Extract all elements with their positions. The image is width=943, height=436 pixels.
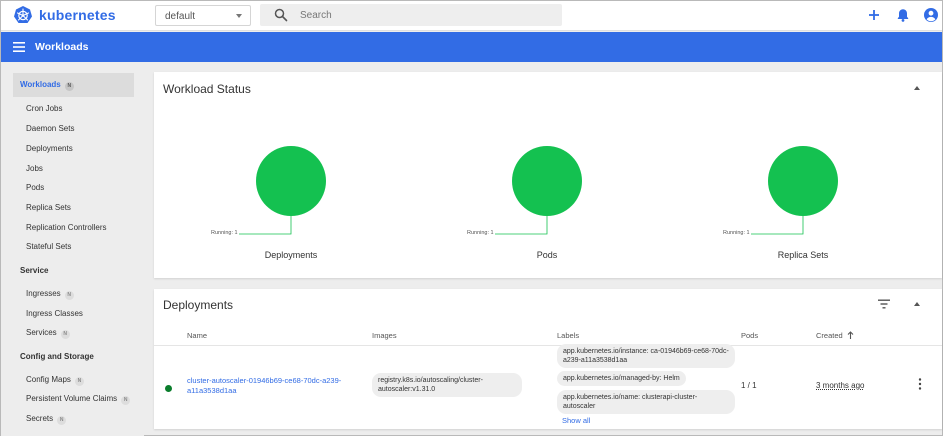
- sidebar-item-deployments[interactable]: Deployments: [13, 138, 134, 158]
- status-chart-deployments: Running: 1 Deployments: [191, 72, 391, 260]
- sidebar-item-config-maps[interactable]: Config Maps N: [13, 369, 134, 389]
- sidebar-item-label: Stateful Sets: [26, 242, 72, 251]
- sidebar-item-persistent-volume-claims[interactable]: Persistent Volume Claims N: [13, 388, 134, 408]
- sidebar-item-pods[interactable]: Pods: [13, 177, 134, 197]
- divider: [154, 345, 942, 346]
- kubernetes-wheel-icon: [14, 6, 32, 23]
- sidebar-item-label: Ingress Classes: [26, 309, 83, 318]
- pods-count: 1 / 1: [741, 381, 757, 390]
- namespaced-badge: N: [64, 82, 74, 91]
- label-chip: app.kubernetes.io/name: clusterapi-clust…: [557, 390, 735, 414]
- deployments-card: Deployments Name Images Labels Pods Crea…: [154, 289, 942, 429]
- status-indicator-icon: [165, 385, 172, 392]
- label-leader-line: [495, 216, 548, 235]
- column-header-created[interactable]: Created: [816, 331, 854, 340]
- sidebar-item-daemon-sets[interactable]: Daemon Sets: [13, 118, 134, 138]
- sidebar-item-label: Secrets: [26, 414, 54, 423]
- collapse-icon[interactable]: [914, 86, 920, 90]
- label-leader-line: [239, 216, 292, 235]
- search-bar[interactable]: [260, 4, 562, 26]
- sidebar-section-service: Service: [20, 266, 49, 275]
- sidebar-item-services[interactable]: Services N: [13, 322, 134, 342]
- sidebar-item-label: Config Maps: [26, 375, 71, 384]
- label-leader-line: [751, 216, 804, 235]
- arrow-up-icon: [847, 331, 854, 339]
- sidebar-item-label: Jobs: [26, 164, 43, 173]
- created-time[interactable]: 3 months ago: [816, 381, 864, 390]
- sidebar-item-workloads[interactable]: Workloads N: [13, 73, 134, 97]
- status-chart-replica-sets: Running: 1 Replica Sets: [703, 72, 903, 260]
- image-chip: registry.k8s.io/autoscaling/cluster-auto…: [372, 373, 522, 397]
- sidebar-section-config-storage: Config and Storage: [20, 352, 94, 361]
- menu-icon[interactable]: [13, 42, 25, 52]
- running-slice: [256, 146, 326, 216]
- sidebar-item-label: Workloads: [20, 80, 61, 89]
- page-title: Workloads: [35, 41, 89, 53]
- running-slice: [768, 146, 838, 216]
- top-bar: kubernetes default: [1, 1, 942, 31]
- status-chart-pods: Running: 1 Pods: [447, 72, 647, 260]
- more-actions-icon[interactable]: [918, 378, 922, 390]
- add-icon[interactable]: [866, 7, 882, 23]
- sidebar-item-label: Pods: [26, 183, 45, 192]
- namespaced-badge: N: [57, 416, 67, 425]
- column-header-images: Images: [372, 331, 397, 340]
- namespace-selector[interactable]: default: [155, 5, 251, 26]
- label-chip: app.kubernetes.io/managed-by: Helm: [557, 371, 686, 386]
- running-label: Running: 1: [211, 230, 238, 236]
- running-label: Running: 1: [723, 230, 750, 236]
- account-icon[interactable]: [923, 7, 939, 23]
- page-header: Workloads: [1, 32, 942, 62]
- card-title: Deployments: [163, 298, 234, 312]
- column-header-pods: Pods: [741, 331, 759, 340]
- chart-name: Pods: [536, 250, 558, 260]
- kubernetes-logo[interactable]: kubernetes: [13, 5, 116, 25]
- sidebar-item-label: Persistent Volume Claims: [26, 394, 118, 403]
- search-icon: [274, 8, 288, 22]
- namespace-value: default: [165, 11, 196, 22]
- sidebar-item-cron-jobs[interactable]: Cron Jobs: [13, 98, 134, 118]
- namespaced-badge: N: [64, 291, 74, 300]
- sidebar-item-stateful-sets[interactable]: Stateful Sets: [13, 236, 134, 256]
- pie-chart: [751, 146, 838, 235]
- sidebar-item-label: Replica Sets: [26, 203, 71, 212]
- sidebar-item-label: Deployments: [26, 144, 73, 153]
- column-header-labels: Labels: [557, 331, 580, 340]
- sidebar-item-label: Daemon Sets: [26, 124, 75, 133]
- column-header-name[interactable]: Name: [187, 331, 207, 340]
- sidebar-item-secrets[interactable]: Secrets N: [13, 408, 134, 428]
- sidebar-item-jobs[interactable]: Jobs: [13, 158, 134, 178]
- filter-icon[interactable]: [878, 299, 890, 309]
- namespaced-badge: N: [60, 330, 70, 339]
- label-chip: app.kubernetes.io/instance: ca-01946b69-…: [557, 344, 735, 368]
- show-all-labels-link[interactable]: Show all: [562, 416, 590, 425]
- sidebar-item-label: Cron Jobs: [26, 104, 63, 113]
- sidebar-item-label: Replication Controllers: [26, 223, 107, 232]
- column-header-label: Created: [816, 331, 843, 340]
- sidebar-item-label: Services: [26, 328, 57, 337]
- chevron-down-icon: [236, 14, 242, 18]
- pie-chart: [239, 146, 326, 235]
- workload-status-card: Workload Status Running: 1 Deployments R…: [154, 72, 942, 278]
- namespaced-badge: N: [121, 396, 131, 405]
- notifications-icon[interactable]: [895, 7, 911, 23]
- running-slice: [512, 146, 582, 216]
- pie-chart: [495, 146, 582, 235]
- collapse-icon[interactable]: [914, 302, 920, 306]
- running-label: Running: 1: [467, 230, 494, 236]
- sidebar: Workloads N Cron Jobs Daemon Sets Deploym…: [1, 62, 144, 436]
- deployment-name-link[interactable]: cluster-autoscaler-01946b69-ce68-70dc-a2…: [187, 376, 357, 396]
- sidebar-item-replica-sets[interactable]: Replica Sets: [13, 197, 134, 217]
- sidebar-item-ingresses[interactable]: Ingresses N: [13, 283, 134, 303]
- sidebar-item-ingress-classes[interactable]: Ingress Classes: [13, 303, 134, 323]
- chart-name: Replica Sets: [777, 250, 829, 260]
- namespaced-badge: N: [74, 377, 84, 386]
- app-name: kubernetes: [39, 7, 116, 23]
- chart-name: Deployments: [264, 250, 318, 260]
- search-input[interactable]: [300, 7, 550, 23]
- sidebar-item-replication-controllers[interactable]: Replication Controllers: [13, 217, 134, 237]
- sidebar-item-label: Ingresses: [26, 289, 61, 298]
